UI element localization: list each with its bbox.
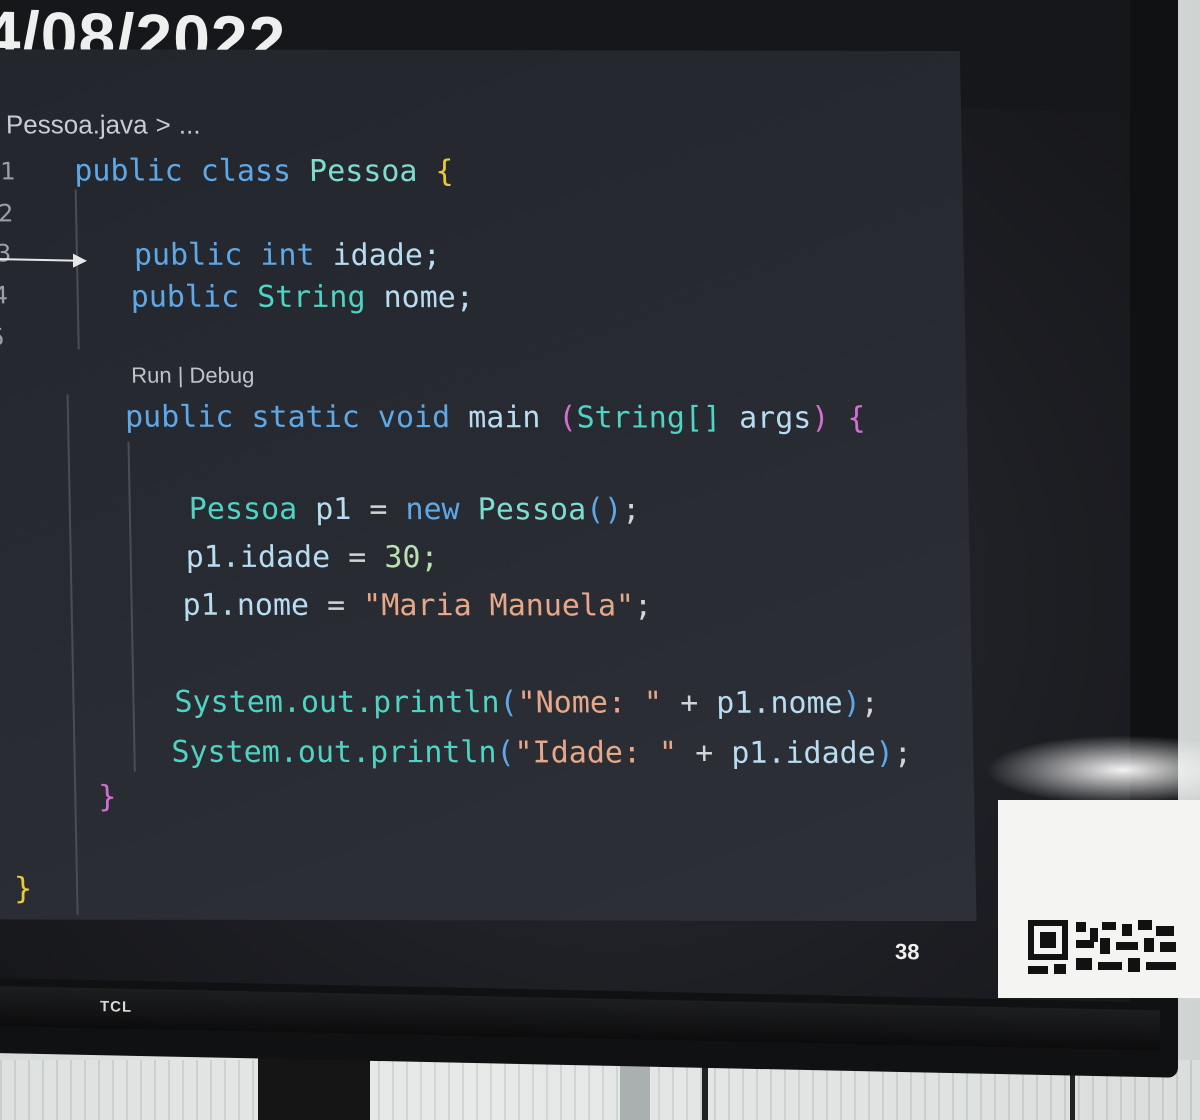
token-field-access: p1.idade — [730, 735, 877, 771]
line-number: 3 — [0, 239, 12, 268]
token-operator: + — [694, 735, 714, 771]
token-method-call: System.out.println — [174, 684, 500, 721]
token-operator: + — [679, 685, 699, 721]
token-semicolon: ; — [621, 492, 641, 528]
indent-guide — [127, 441, 136, 772]
token-paren: ( — [558, 400, 577, 436]
code-line-10: p1.nome = "Maria Manuela"; — [182, 588, 652, 624]
token-field-access: p1.nome — [182, 587, 310, 623]
token-field-access: p1.nome — [715, 685, 843, 721]
token-semicolon: ; — [893, 735, 913, 772]
token-field-access: p1.idade — [185, 539, 331, 575]
arrow-head-icon — [73, 253, 87, 268]
token-keyword: public — [130, 279, 240, 315]
tv-screen: 24/08/2022 JPessoa.java>... 1 2 3 4 5 6 … — [0, 0, 1130, 1002]
token-keyword: public — [133, 237, 243, 273]
token-method-call: System.out.println — [171, 734, 497, 771]
token-type: int — [259, 237, 315, 273]
token-paren: ( — [496, 735, 515, 771]
class-close-brace: } — [13, 871, 33, 907]
token-operator: = — [369, 492, 388, 528]
tv-stand-leg — [620, 1062, 650, 1120]
breadcrumb-separator: > — [155, 109, 172, 140]
token-semicolon: ; — [860, 685, 880, 721]
token-keyword: void — [377, 400, 451, 436]
window-reflection — [985, 735, 1200, 805]
code-line-8: Pessoa p1 = new Pessoa(); — [188, 492, 640, 528]
token-keyword: class — [200, 153, 292, 189]
token-type: String[] — [576, 400, 722, 436]
code-line-4: public String nome; — [130, 280, 474, 316]
token-type: Pessoa — [188, 491, 298, 527]
code-line-1: public class Pessoa { — [74, 153, 454, 189]
token-paren: ( — [499, 685, 518, 721]
line-number: 5 — [0, 323, 6, 352]
tab-filename: Pessoa.java — [5, 109, 148, 140]
token-variable: p1 — [314, 491, 352, 528]
code-editor: JPessoa.java>... 1 2 3 4 5 6 7 8 9 0 pub… — [0, 49, 977, 922]
line-number: 4 — [0, 281, 9, 310]
code-line-12: System.out.println("Nome: " + p1.nome); — [174, 685, 879, 721]
indent-guide — [74, 189, 80, 350]
token-string: "Idade: " — [514, 735, 678, 771]
token-keyword: static — [251, 399, 361, 436]
token-keyword: public — [73, 153, 184, 189]
method-close-brace: } — [97, 779, 117, 815]
token-string: "Maria Manuela" — [362, 588, 635, 624]
code-line-3: public int idade; — [134, 238, 442, 274]
token-keyword: new — [405, 492, 461, 528]
token-identifier: idade; — [332, 237, 442, 274]
token-method-name: main — [467, 400, 541, 436]
breadcrumb-rest: ... — [178, 109, 201, 140]
codelens-run-debug[interactable]: Run | Debug — [131, 363, 255, 389]
token-identifier: nome; — [383, 280, 475, 316]
token-semicolon: ; — [633, 588, 653, 624]
token-number: 30; — [384, 540, 439, 576]
token-class-name: Pessoa — [477, 492, 587, 528]
token-brace: { — [847, 400, 866, 436]
line-number: 2 — [0, 199, 14, 228]
code-line-9: p1.idade = 30; — [185, 540, 439, 575]
token-paren: ) — [810, 400, 830, 436]
editor-tab[interactable]: JPessoa.java>... — [0, 109, 201, 140]
token-type: String — [256, 279, 366, 316]
code-line-6: public static void main (String[] args) … — [125, 400, 866, 436]
token-class-name: Pessoa — [308, 153, 418, 190]
line-number: 1 — [0, 157, 16, 186]
slide-page-number: 38 — [895, 938, 920, 965]
tv-stand — [258, 1055, 370, 1120]
qr-code-icon — [1028, 920, 1176, 974]
hdmi-cable — [1070, 1070, 1075, 1120]
token-paren: () — [585, 492, 623, 528]
token-keyword: public — [124, 399, 234, 435]
token-brace: { — [435, 154, 454, 190]
token-operator: = — [326, 587, 346, 624]
code-line-13: System.out.println("Idade: " + p1.idade)… — [171, 735, 912, 771]
indent-guide — [66, 394, 79, 915]
token-paren: ) — [842, 685, 862, 721]
token-string: "Nome: " — [517, 685, 663, 721]
token-parameter: args — [738, 400, 812, 436]
tv-brand-logo: TCL — [100, 998, 133, 1016]
token-paren: ) — [875, 735, 895, 772]
token-operator: = — [347, 540, 367, 576]
power-cable — [702, 1060, 708, 1120]
